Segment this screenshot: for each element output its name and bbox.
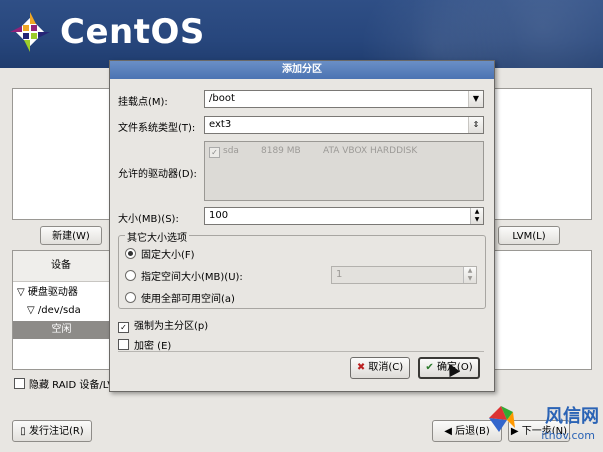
- fill-to-size-value: 1: [336, 269, 343, 280]
- updown-arrow-icon[interactable]: ⇕: [468, 117, 483, 133]
- fill-to-size-spinner: 1 ▲ ▼: [331, 266, 477, 284]
- radio-fill-to-size[interactable]: 指定空间大小(MB)(U):: [125, 268, 243, 283]
- other-size-options: 其它大小选项 固定大小(F) 指定空间大小(MB)(U): 1 ▲ ▼ 使用全部可…: [118, 229, 486, 309]
- mount-point-combo[interactable]: /boot ▼: [204, 90, 484, 108]
- release-notes-button[interactable]: ▯ 发行注记(R): [12, 420, 92, 442]
- hide-raid-checkbox[interactable]: 隐藏 RAID 设备/LV: [14, 376, 114, 391]
- ok-check-icon: ✔: [425, 362, 437, 373]
- fs-type-value: ext3: [209, 119, 232, 130]
- size-spinner[interactable]: 100 ▲ ▼: [204, 207, 484, 225]
- lvm-button[interactable]: LVM(L): [498, 226, 560, 245]
- radio-fill-all[interactable]: 使用全部可用空间(a): [125, 290, 235, 305]
- mount-point-label: 挂载点(M):: [118, 97, 168, 108]
- new-partition-button[interactable]: 新建(W): [40, 226, 102, 245]
- dialog-title: 添加分区: [110, 61, 494, 79]
- drives-label: 允许的驱动器(D):: [118, 169, 197, 180]
- notes-icon: ▯: [20, 426, 29, 437]
- spinner-arrows-icon: ▲ ▼: [463, 267, 476, 283]
- checkmark-icon[interactable]: ✓: [118, 322, 129, 333]
- checkbox-box[interactable]: [118, 339, 129, 350]
- expander-icon[interactable]: ▽: [27, 305, 38, 316]
- header-banner: CentOS: [0, 0, 603, 68]
- banner-ornament: [303, 0, 603, 68]
- tree-row-free[interactable]: 空闲: [13, 321, 110, 339]
- watermark-url: ithov.com: [541, 429, 595, 442]
- add-partition-dialog: 添加分区 挂载点(M): /boot ▼ 文件系统类型(T): ext3 ⇕ 允…: [109, 60, 495, 392]
- tree-row-harddrives[interactable]: ▽ 硬盘驱动器: [17, 285, 78, 301]
- back-arrow-icon: ◀: [444, 426, 456, 437]
- dropdown-arrow-icon[interactable]: ▼: [468, 91, 483, 107]
- other-size-legend: 其它大小选项: [125, 229, 189, 244]
- size-value[interactable]: 100: [209, 210, 228, 221]
- fs-type-select[interactable]: ext3 ⇕: [204, 116, 484, 134]
- force-primary-checkbox[interactable]: ✓ 强制为主分区(p): [118, 317, 208, 333]
- watermark-text: 风信网: [545, 406, 599, 427]
- centos-logo-icon: [10, 12, 50, 52]
- brand-name: CentOS: [60, 12, 205, 52]
- column-header-device[interactable]: 设备: [13, 251, 110, 282]
- drive-size: 8189 MB: [261, 146, 301, 156]
- checkbox-box[interactable]: [14, 378, 25, 389]
- radio-fixed-size[interactable]: 固定大小(F): [125, 246, 195, 261]
- allowed-drives-list[interactable]: ✓ sda 8189 MB ATA VBOX HARDDISK: [204, 141, 484, 201]
- drive-checkbox[interactable]: ✓: [209, 147, 220, 158]
- radio-button[interactable]: [125, 248, 136, 259]
- spinner-arrows-icon[interactable]: ▲ ▼: [470, 208, 483, 224]
- size-label: 大小(MB)(S):: [118, 214, 179, 225]
- cancel-button[interactable]: ✖ 取消(C): [350, 357, 410, 379]
- radio-button[interactable]: [125, 292, 136, 303]
- tree-row-sda[interactable]: ▽ /dev/sda: [27, 303, 81, 319]
- cancel-x-icon: ✖: [356, 362, 369, 373]
- expander-icon[interactable]: ▽: [17, 287, 28, 298]
- mount-point-value[interactable]: /boot: [209, 93, 235, 104]
- divider: [118, 351, 484, 352]
- radio-button[interactable]: [125, 270, 136, 281]
- drive-name: sda: [223, 146, 239, 156]
- fs-type-label: 文件系统类型(T):: [118, 123, 196, 134]
- drive-model: ATA VBOX HARDDISK: [323, 146, 418, 156]
- encrypt-checkbox[interactable]: 加密 (E): [118, 337, 171, 352]
